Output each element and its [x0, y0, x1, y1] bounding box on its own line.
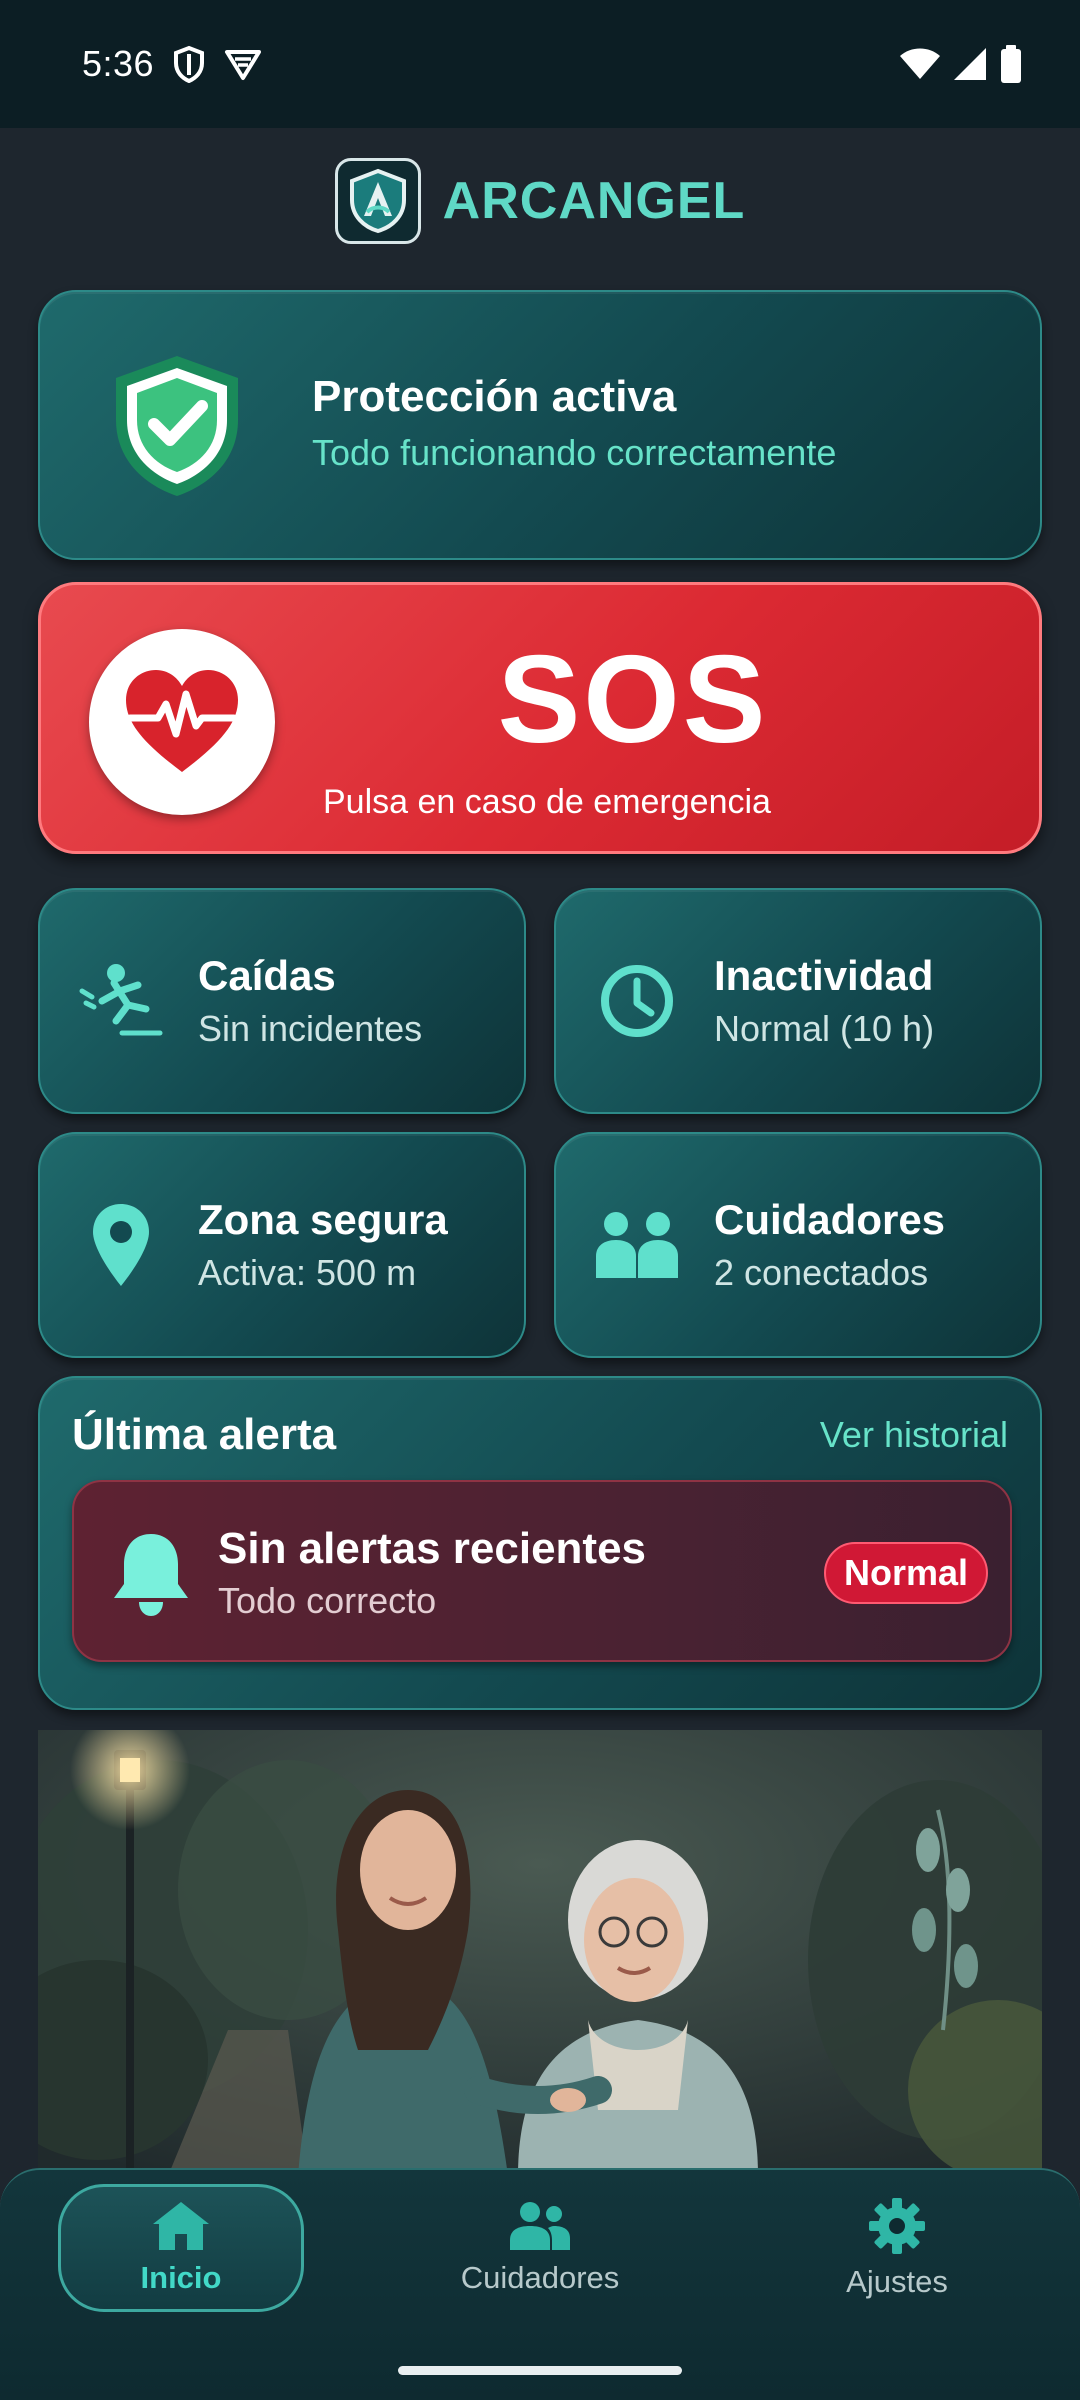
signal-icon	[954, 48, 986, 80]
app-title: ARCANGEL	[442, 172, 746, 230]
protection-title: Protección activa	[312, 372, 677, 421]
status-right	[900, 45, 1022, 83]
sos-button[interactable]: SOS Pulsa en caso de emergencia	[38, 582, 1042, 854]
nav-item-inicio[interactable]: Inicio	[58, 2184, 304, 2312]
falls-card[interactable]: Caídas Sin incidentes	[38, 888, 526, 1114]
nav-label-inicio: Inicio	[140, 2260, 222, 2295]
alert-subtitle: Todo correcto	[218, 1580, 437, 1621]
falls-title: Caídas	[198, 952, 336, 999]
bell-icon	[114, 1534, 188, 1616]
last-alert-card: Última alerta Ver historial Sin alertas …	[38, 1376, 1042, 1710]
protection-subtitle: Todo funcionando correctamente	[312, 432, 837, 473]
status-bar: 5:36	[0, 0, 1080, 128]
status-left: 5:36	[82, 43, 262, 85]
fall-icon	[76, 956, 166, 1046]
caregivers-card[interactable]: Cuidadores 2 conectados	[554, 1132, 1042, 1358]
shield-check-icon	[116, 356, 238, 496]
caregivers-title: Cuidadores	[714, 1196, 946, 1243]
alert-item[interactable]: Sin alertas recientes Todo correcto Norm…	[72, 1480, 1012, 1662]
safe-zone-title: Zona segura	[198, 1196, 448, 1243]
falls-subtitle: Sin incidentes	[198, 1008, 423, 1049]
home-indicator[interactable]	[398, 2366, 682, 2375]
status-badge: Normal	[823, 1542, 988, 1604]
people-icon	[510, 2202, 570, 2250]
caregiver-illustration	[38, 1730, 1042, 2176]
clock-icon	[592, 956, 682, 1046]
home-icon	[153, 2202, 209, 2250]
nav-label-ajustes: Ajustes	[846, 2264, 948, 2299]
protection-card[interactable]: Protección activa Todo funcionando corre…	[38, 290, 1042, 560]
wifi-icon	[900, 48, 940, 79]
nav-item-cuidadores[interactable]: Cuidadores	[417, 2184, 663, 2312]
nav-label-cuidadores: Cuidadores	[460, 2260, 620, 2295]
safe-zone-subtitle: Activa: 500 m	[198, 1252, 417, 1293]
alert-title: Sin alertas recientes	[218, 1524, 647, 1573]
last-alert-heading: Última alerta	[72, 1410, 337, 1459]
arcangel-logo	[334, 158, 421, 244]
location-pin-icon	[76, 1200, 166, 1290]
people-icon	[592, 1200, 682, 1290]
inactivity-subtitle: Normal (10 h)	[714, 1008, 935, 1049]
shield-icon	[174, 45, 205, 83]
sos-title: SOS	[497, 631, 769, 769]
nav-item-ajustes[interactable]: Ajustes	[774, 2184, 1020, 2312]
app-header: ARCANGEL	[0, 158, 1080, 244]
view-history-link[interactable]: Ver historial	[820, 1414, 1008, 1456]
battery-icon	[1001, 45, 1021, 83]
safe-zone-card[interactable]: Zona segura Activa: 500 m	[38, 1132, 526, 1358]
sos-subtitle: Pulsa en caso de emergencia	[323, 783, 771, 821]
inactivity-card[interactable]: Inactividad Normal (10 h)	[554, 888, 1042, 1114]
vpn-icon	[225, 50, 262, 80]
caregivers-subtitle: 2 conectados	[714, 1252, 929, 1293]
inactivity-title: Inactividad	[714, 952, 934, 999]
gear-icon	[869, 2198, 925, 2254]
status-time: 5:36	[82, 43, 155, 84]
